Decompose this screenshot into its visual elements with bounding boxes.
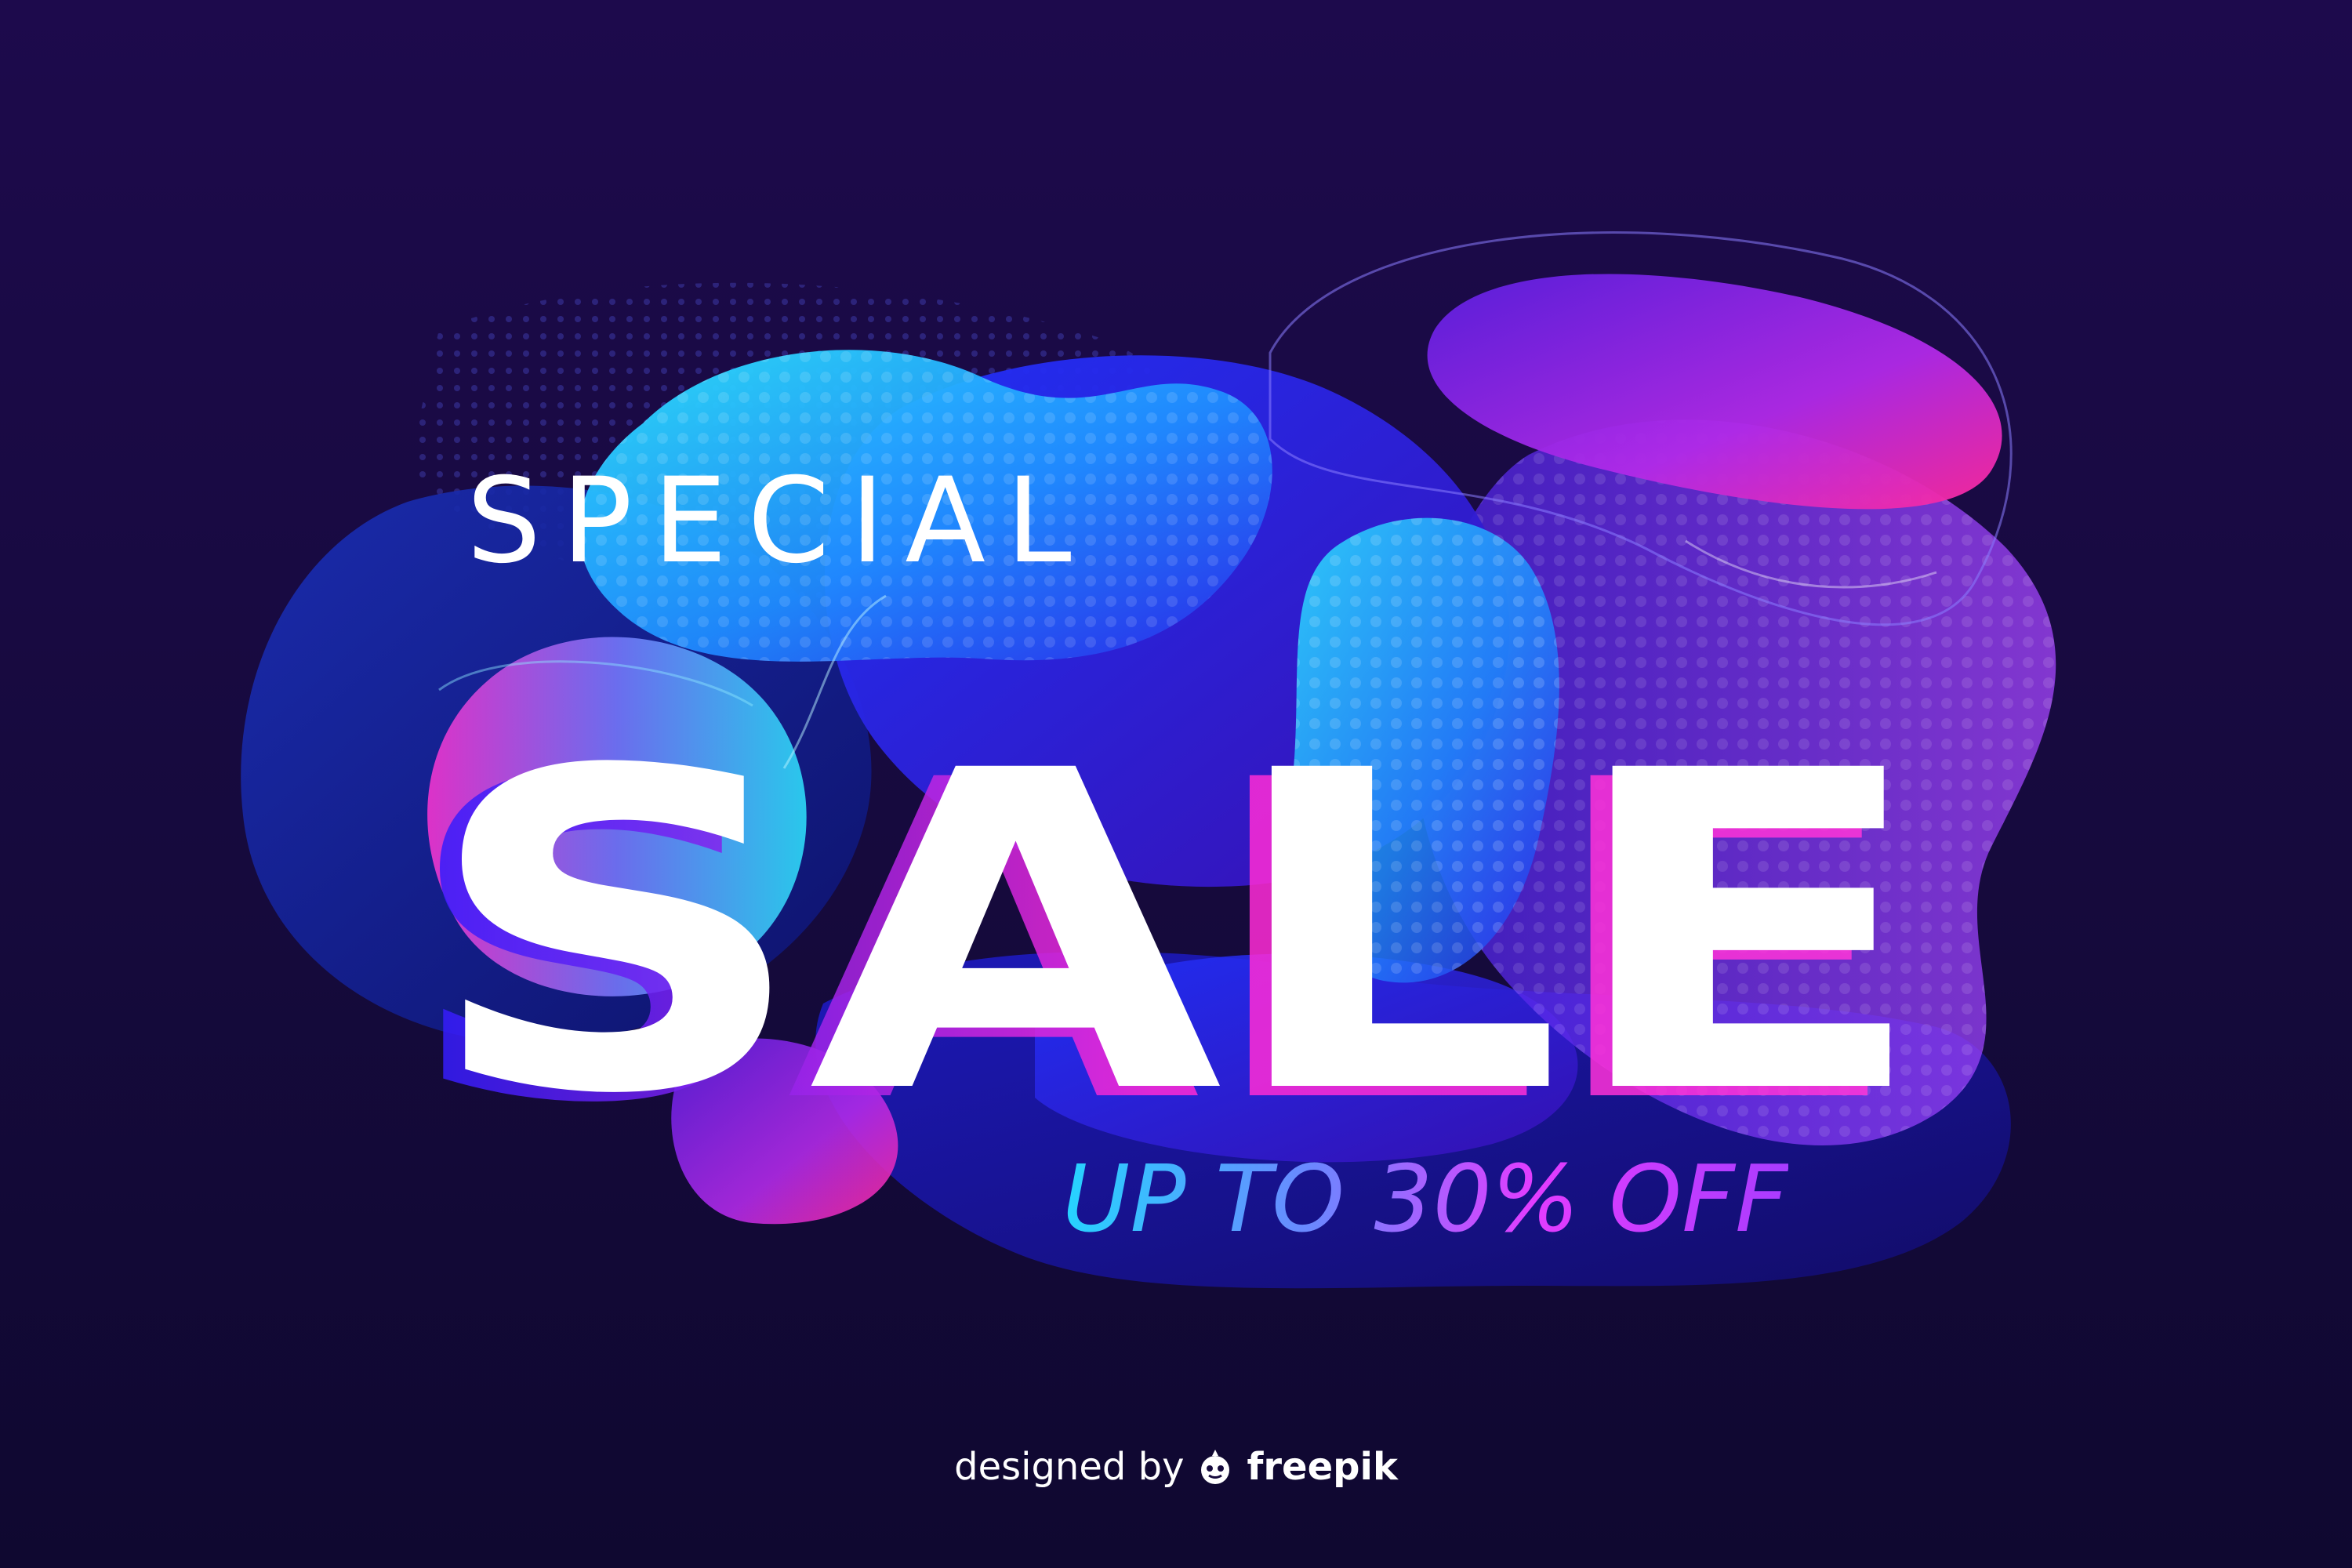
sale-banner: SPECIAL SALE SALE UP TO 30% OFF designed… xyxy=(0,0,2352,1568)
credit-prefix: designed by xyxy=(954,1445,1185,1489)
freepik-logo-icon xyxy=(1201,1450,1230,1484)
sale-main-text: SALE xyxy=(423,679,1929,1190)
discount-offer: UP TO 30% OFF xyxy=(1062,1145,1788,1253)
sale-heading: SALE SALE xyxy=(401,679,1929,1200)
credit-line: designed by freepik xyxy=(0,1446,2352,1487)
credit-brand: freepik xyxy=(1247,1445,1398,1489)
